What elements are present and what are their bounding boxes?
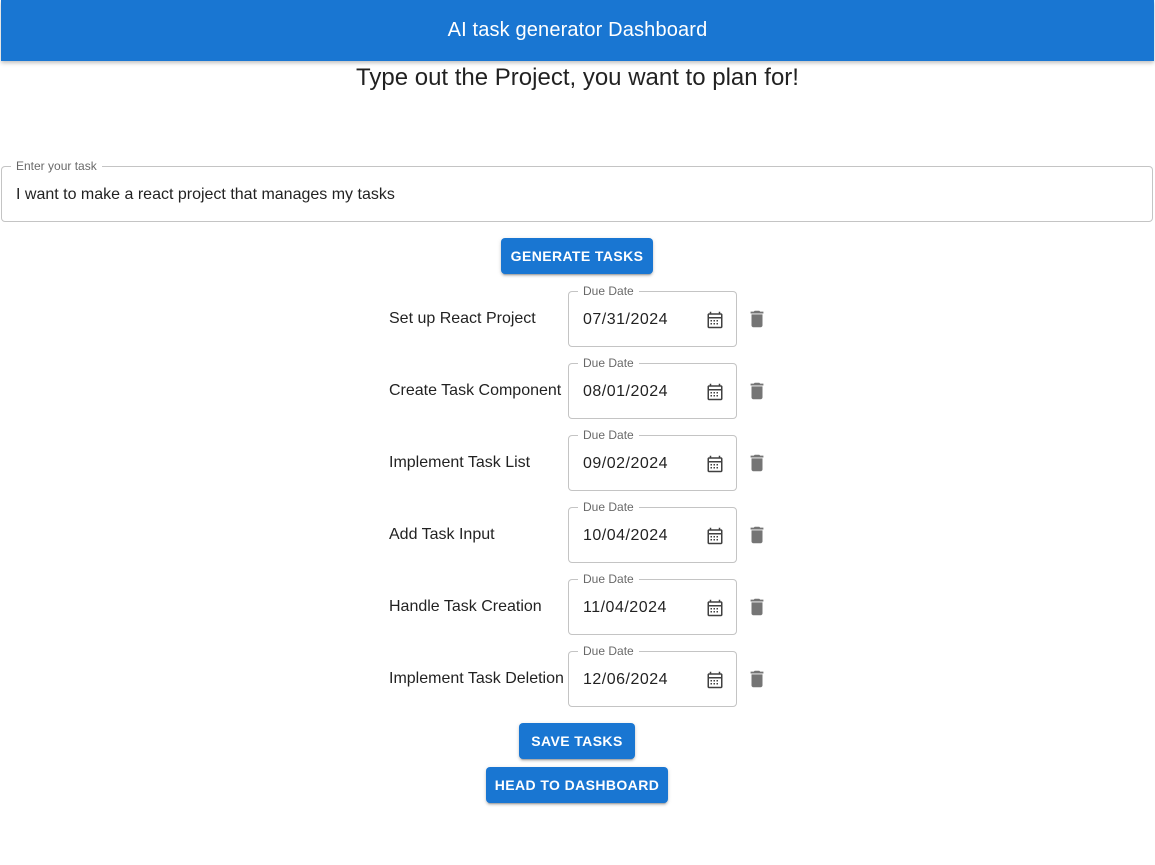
due-date-label: Due Date — [578, 428, 639, 442]
due-date-value[interactable]: 10/04/2024 — [583, 526, 668, 546]
task-row: Implement Task List Due Date 09/02/2024 — [389, 428, 789, 491]
page-headline: Type out the Project, you want to plan f… — [356, 64, 799, 91]
calendar-icon[interactable] — [706, 455, 724, 473]
calendar-icon[interactable] — [706, 599, 724, 617]
task-name: Create Task Component — [389, 382, 562, 399]
task-row: Add Task Input Due Date 10/04/2024 — [389, 500, 789, 563]
due-date-label: Due Date — [578, 500, 639, 514]
due-date-value[interactable]: 07/31/2024 — [583, 310, 668, 330]
due-date-value[interactable]: 11/04/2024 — [583, 598, 667, 618]
task-row: Implement Task Deletion Due Date 12/06/2… — [389, 644, 789, 707]
app-title: AI task generator Dashboard — [447, 19, 708, 41]
task-name: Implement Task Deletion — [389, 670, 564, 687]
generate-tasks-button[interactable]: Generate Tasks — [501, 238, 653, 274]
due-date-value[interactable]: 09/02/2024 — [583, 454, 668, 474]
due-date-label: Due Date — [578, 644, 639, 658]
due-date-field[interactable]: Due Date 07/31/2024 — [568, 284, 737, 347]
app-bar: AI task generator Dashboard — [1, 0, 1154, 61]
calendar-icon[interactable] — [706, 383, 724, 401]
task-input-field[interactable]: Enter your task I want to make a react p… — [1, 159, 1153, 222]
save-tasks-button[interactable]: Save Tasks — [519, 723, 635, 759]
due-date-field[interactable]: Due Date 08/01/2024 — [568, 356, 737, 419]
calendar-icon[interactable] — [706, 527, 724, 545]
due-date-field[interactable]: Due Date 09/02/2024 — [568, 428, 737, 491]
task-name: Implement Task List — [389, 454, 531, 471]
task-row: Handle Task Creation Due Date 11/04/2024 — [389, 572, 789, 635]
task-name: Handle Task Creation — [389, 598, 542, 615]
due-date-field[interactable]: Due Date 12/06/2024 — [568, 644, 737, 707]
due-date-field[interactable]: Due Date 11/04/2024 — [568, 572, 737, 635]
calendar-icon[interactable] — [706, 671, 724, 689]
due-date-label: Due Date — [578, 572, 639, 586]
due-date-value[interactable]: 08/01/2024 — [583, 382, 668, 402]
trash-icon[interactable] — [746, 379, 768, 403]
calendar-icon[interactable] — [706, 311, 724, 329]
trash-icon[interactable] — [746, 595, 768, 619]
due-date-label: Due Date — [578, 356, 639, 370]
task-row: Set up React Project Due Date 07/31/2024 — [389, 284, 789, 347]
head-to-dashboard-button[interactable]: Head to Dashboard — [486, 767, 668, 803]
task-row: Create Task Component Due Date 08/01/202… — [389, 356, 789, 419]
due-date-field[interactable]: Due Date 10/04/2024 — [568, 500, 737, 563]
trash-icon[interactable] — [746, 451, 768, 475]
task-name: Set up React Project — [389, 310, 536, 327]
task-name: Add Task Input — [389, 526, 495, 543]
task-input-label: Enter your task — [11, 159, 102, 173]
due-date-label: Due Date — [578, 284, 639, 298]
trash-icon[interactable] — [746, 523, 768, 547]
task-input-value[interactable]: I want to make a react project that mana… — [16, 185, 395, 205]
trash-icon[interactable] — [746, 307, 768, 331]
trash-icon[interactable] — [746, 667, 768, 691]
due-date-value[interactable]: 12/06/2024 — [583, 670, 668, 690]
